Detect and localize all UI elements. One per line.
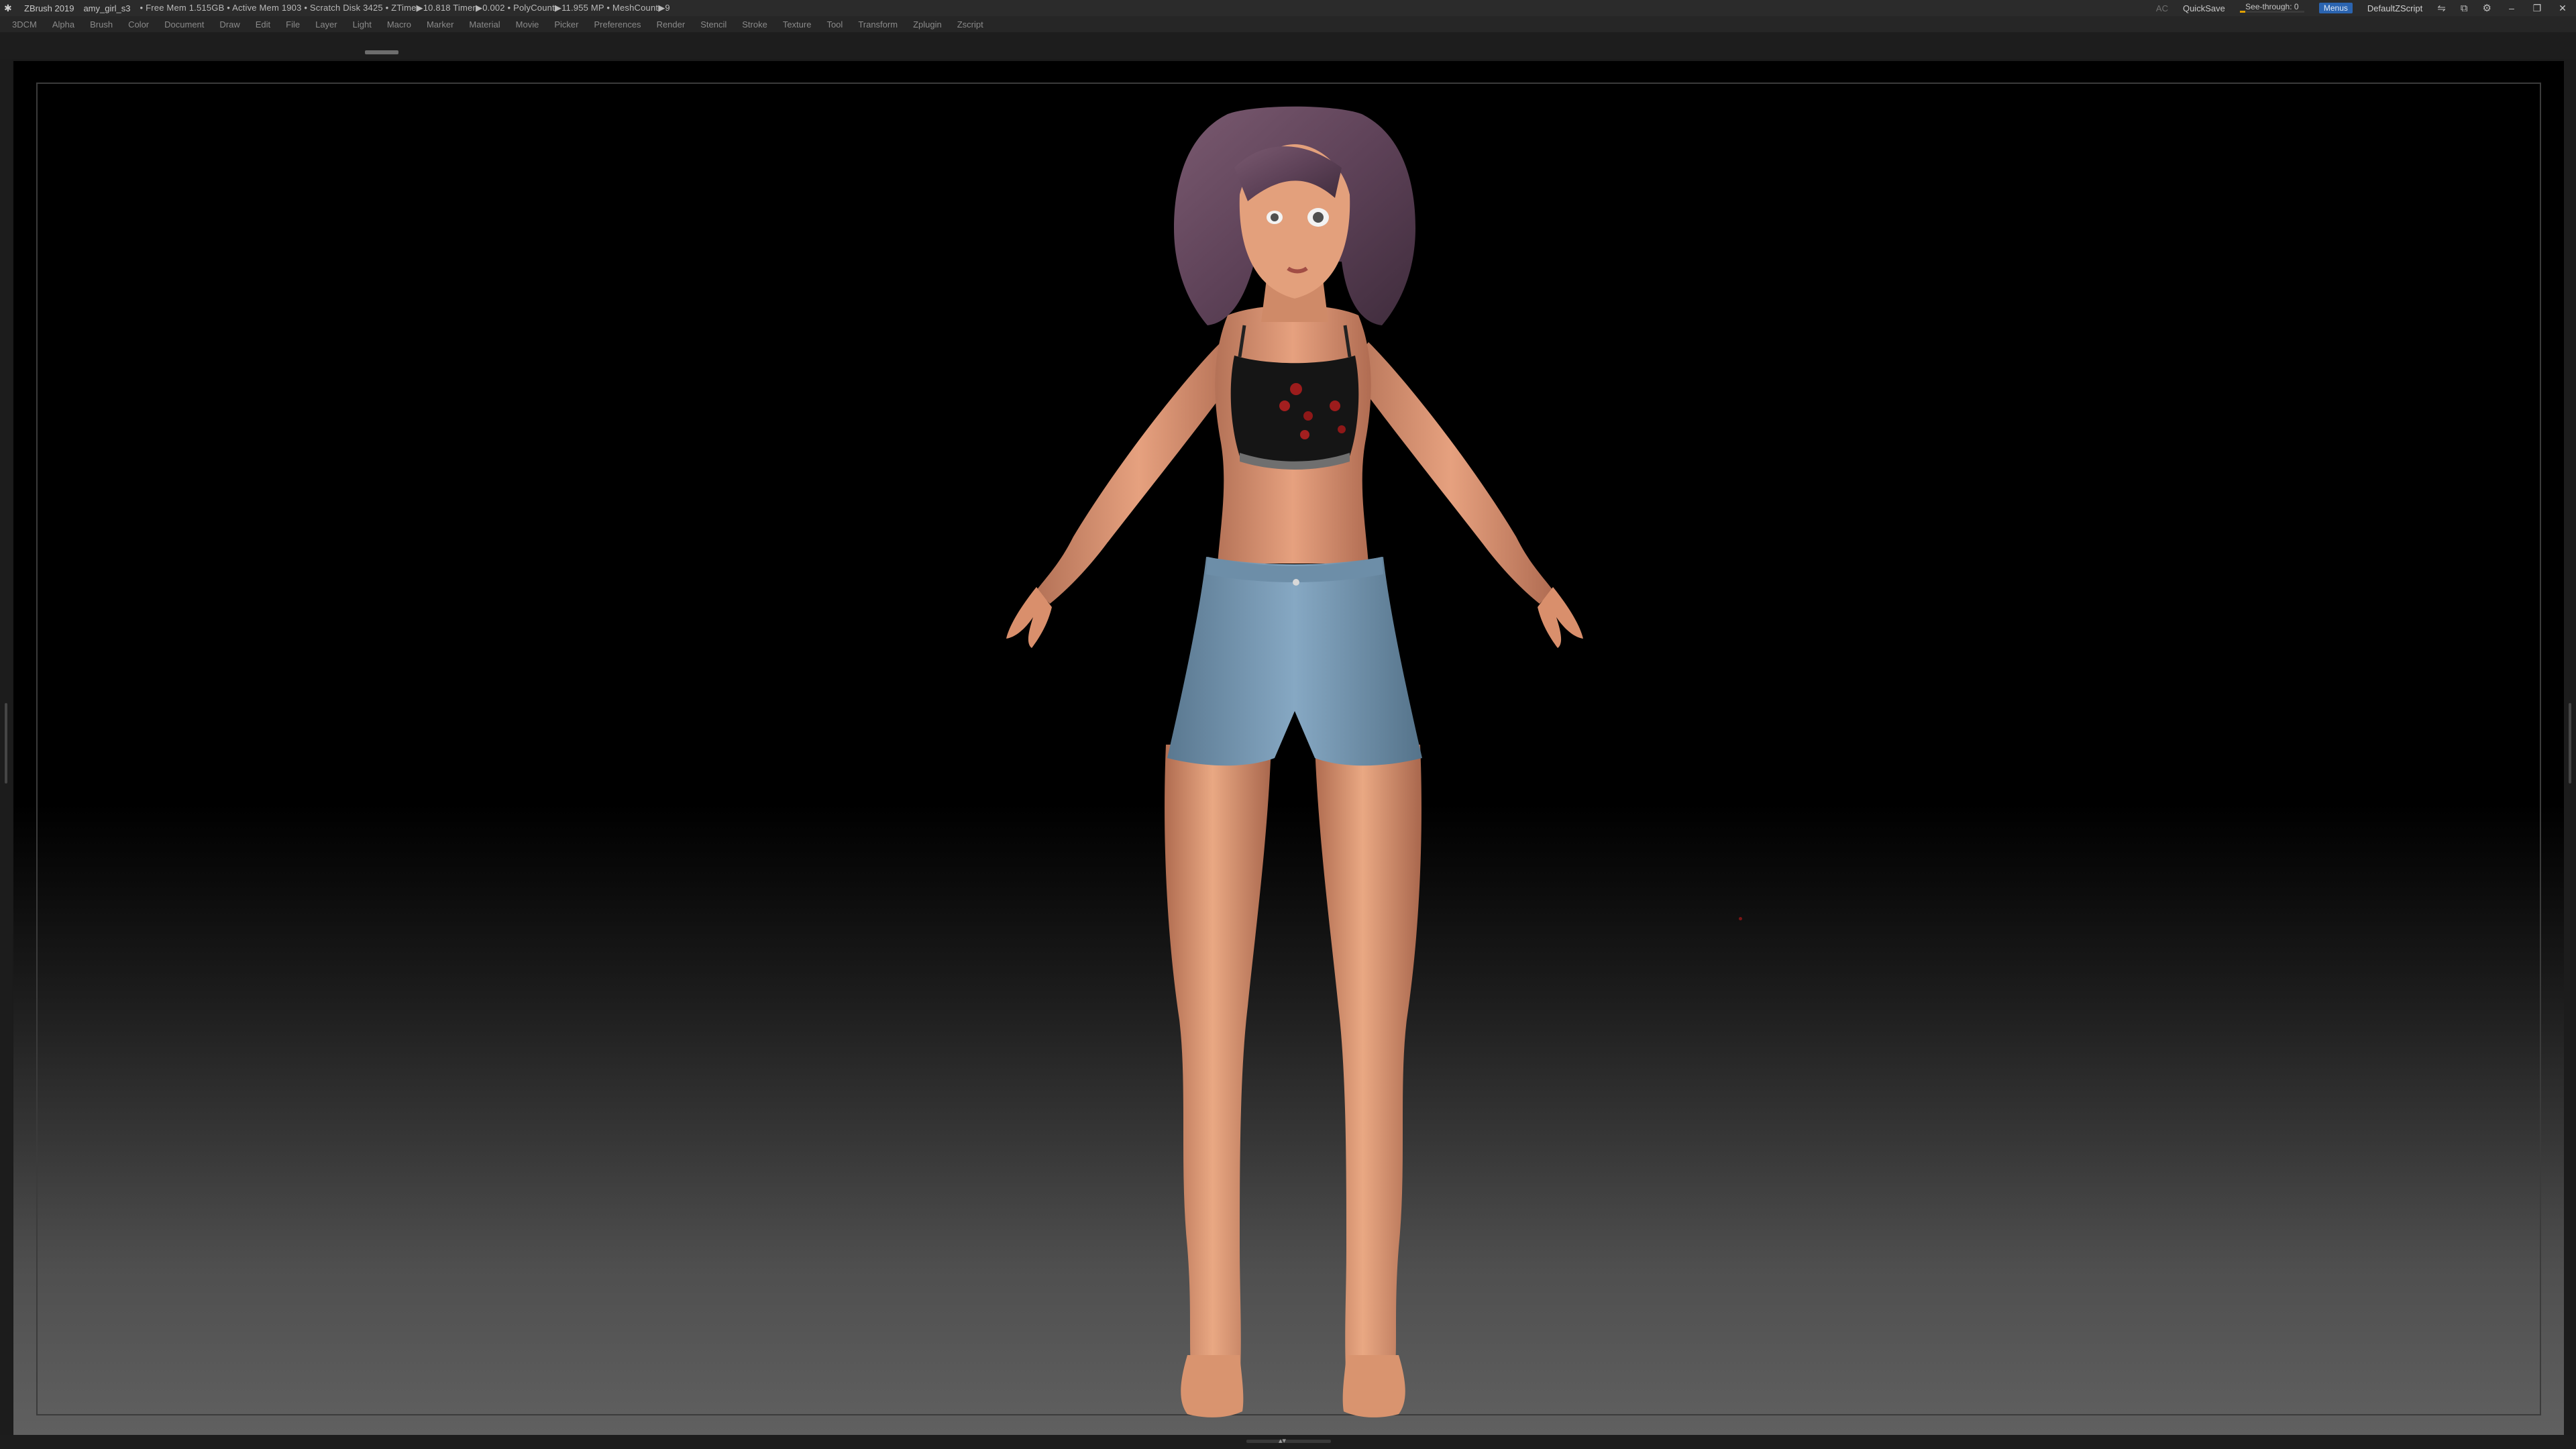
menu-stencil[interactable]: Stencil bbox=[700, 19, 727, 30]
menu-preferences[interactable]: Preferences bbox=[594, 19, 641, 30]
app-title: ZBrush 2019 bbox=[24, 3, 74, 13]
zbrush-window: ✱ ZBrush 2019 amy_girl_s3 • Free Mem 1.5… bbox=[0, 0, 2576, 1449]
menu-zplugin[interactable]: Zplugin bbox=[913, 19, 942, 30]
see-through-value: 0 bbox=[2294, 2, 2299, 11]
quicksave-button[interactable]: QuickSave bbox=[2183, 3, 2225, 13]
restore-icon[interactable]: ❐ bbox=[2532, 3, 2542, 14]
top-shelf bbox=[0, 32, 2576, 59]
see-through-slider[interactable]: See-through: 0 bbox=[2239, 2, 2304, 13]
character-model[interactable] bbox=[872, 67, 1717, 1429]
bottom-tray-arrows-icon[interactable]: ▴▾ bbox=[1279, 1436, 1286, 1445]
bottom-tray-handle[interactable] bbox=[1246, 1440, 1331, 1443]
project-name: amy_girl_s3 bbox=[83, 3, 131, 13]
ac-button[interactable]: AC bbox=[2156, 3, 2168, 13]
menu-bar: 3DCM Alpha Brush Color Document Draw Edi… bbox=[0, 16, 2576, 32]
minimize-icon[interactable]: – bbox=[2506, 3, 2517, 13]
layout-arrows-icon[interactable]: ⇋ bbox=[2437, 2, 2446, 14]
menu-movie[interactable]: Movie bbox=[516, 19, 539, 30]
menu-3dcm[interactable]: 3DCM bbox=[12, 19, 37, 30]
menu-zscript[interactable]: Zscript bbox=[957, 19, 983, 30]
legs bbox=[1165, 745, 1421, 1417]
title-bar: ✱ ZBrush 2019 amy_girl_s3 • Free Mem 1.5… bbox=[0, 0, 2576, 16]
menu-marker[interactable]: Marker bbox=[427, 19, 453, 30]
menu-draw[interactable]: Draw bbox=[219, 19, 239, 30]
zbrush-logo-icon: ✱ bbox=[4, 3, 12, 13]
right-tray bbox=[2564, 59, 2576, 1436]
see-through-label: See-through bbox=[2245, 2, 2290, 11]
menu-stroke[interactable]: Stroke bbox=[742, 19, 767, 30]
ui-settings-icon[interactable]: ⚙ bbox=[2483, 2, 2491, 14]
menu-picker[interactable]: Picker bbox=[554, 19, 578, 30]
menu-file[interactable]: File bbox=[286, 19, 300, 30]
denim-shorts bbox=[1167, 557, 1422, 766]
menu-tool[interactable]: Tool bbox=[826, 19, 843, 30]
menus-toggle[interactable]: Menus bbox=[2318, 3, 2353, 13]
menu-layer[interactable]: Layer bbox=[315, 19, 337, 30]
menu-macro[interactable]: Macro bbox=[387, 19, 411, 30]
menu-light[interactable]: Light bbox=[353, 19, 372, 30]
left-tray-handle[interactable] bbox=[5, 703, 7, 784]
close-icon[interactable]: ✕ bbox=[2557, 3, 2568, 14]
default-zscript-button[interactable]: DefaultZScript bbox=[2367, 3, 2422, 13]
menu-color[interactable]: Color bbox=[128, 19, 149, 30]
menu-edit[interactable]: Edit bbox=[256, 19, 270, 30]
head bbox=[1174, 106, 1415, 325]
ui-layout-icon[interactable]: ⧉ bbox=[2461, 3, 2468, 14]
canvas-marker-dot bbox=[1739, 917, 1742, 920]
top-shelf-handle[interactable] bbox=[365, 50, 398, 54]
menu-render[interactable]: Render bbox=[657, 19, 686, 30]
menu-transform[interactable]: Transform bbox=[858, 19, 898, 30]
left-tray bbox=[0, 59, 12, 1436]
menu-material[interactable]: Material bbox=[469, 19, 500, 30]
memory-stats: • Free Mem 1.515GB • Active Mem 1903 • S… bbox=[140, 3, 670, 13]
right-tray-handle[interactable] bbox=[2569, 703, 2571, 784]
menu-document[interactable]: Document bbox=[164, 19, 204, 30]
menu-brush[interactable]: Brush bbox=[90, 19, 113, 30]
see-through-fill bbox=[2239, 11, 2245, 13]
menu-alpha[interactable]: Alpha bbox=[52, 19, 74, 30]
menu-texture[interactable]: Texture bbox=[783, 19, 812, 30]
